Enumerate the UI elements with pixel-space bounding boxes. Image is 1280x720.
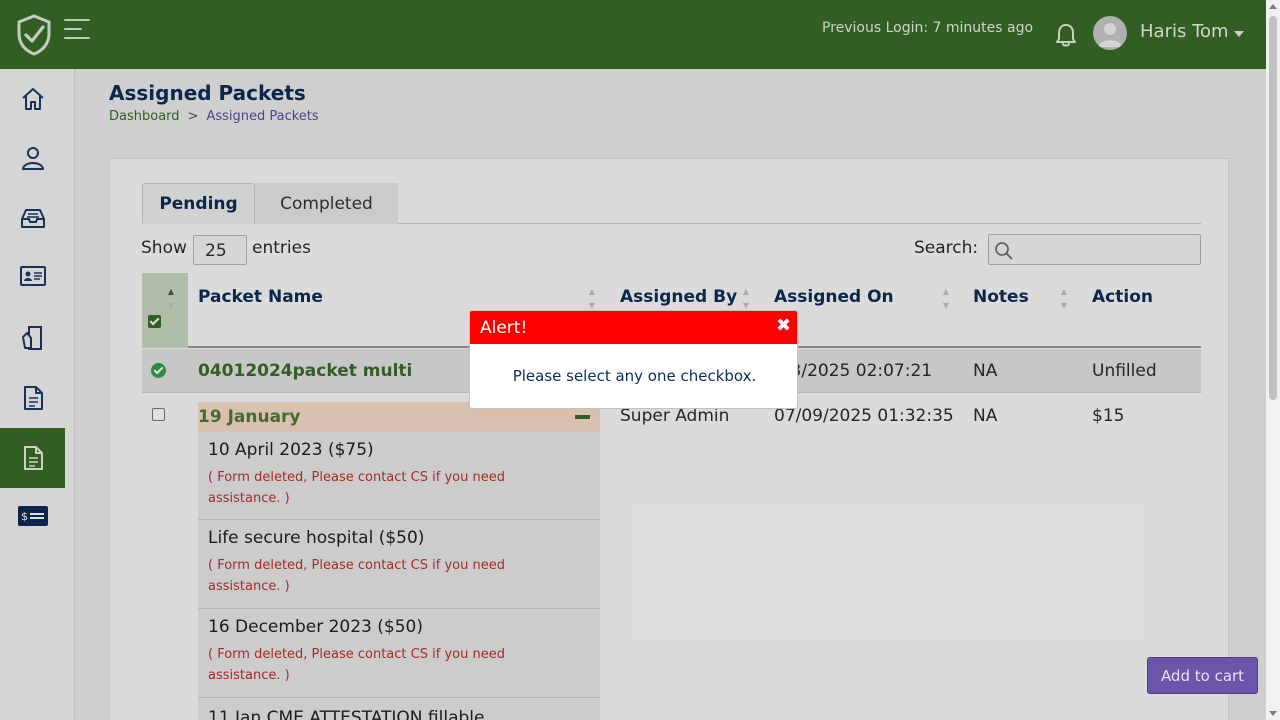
alert-header: Alert! ✖ bbox=[470, 311, 797, 344]
scrollbar-thumb[interactable] bbox=[1269, 16, 1277, 400]
alert-dialog: Alert! ✖ Please select any one checkbox. bbox=[469, 310, 798, 409]
scroll-down-arrow-icon[interactable] bbox=[1269, 711, 1277, 716]
close-icon[interactable]: ✖ bbox=[776, 315, 791, 336]
scrollbar[interactable] bbox=[1266, 0, 1280, 720]
add-to-cart-button[interactable]: Add to cart bbox=[1147, 657, 1258, 694]
scroll-up-arrow-icon[interactable] bbox=[1269, 4, 1277, 9]
alert-title: Alert! bbox=[480, 318, 528, 338]
alert-message: Please select any one checkbox. bbox=[512, 367, 757, 385]
